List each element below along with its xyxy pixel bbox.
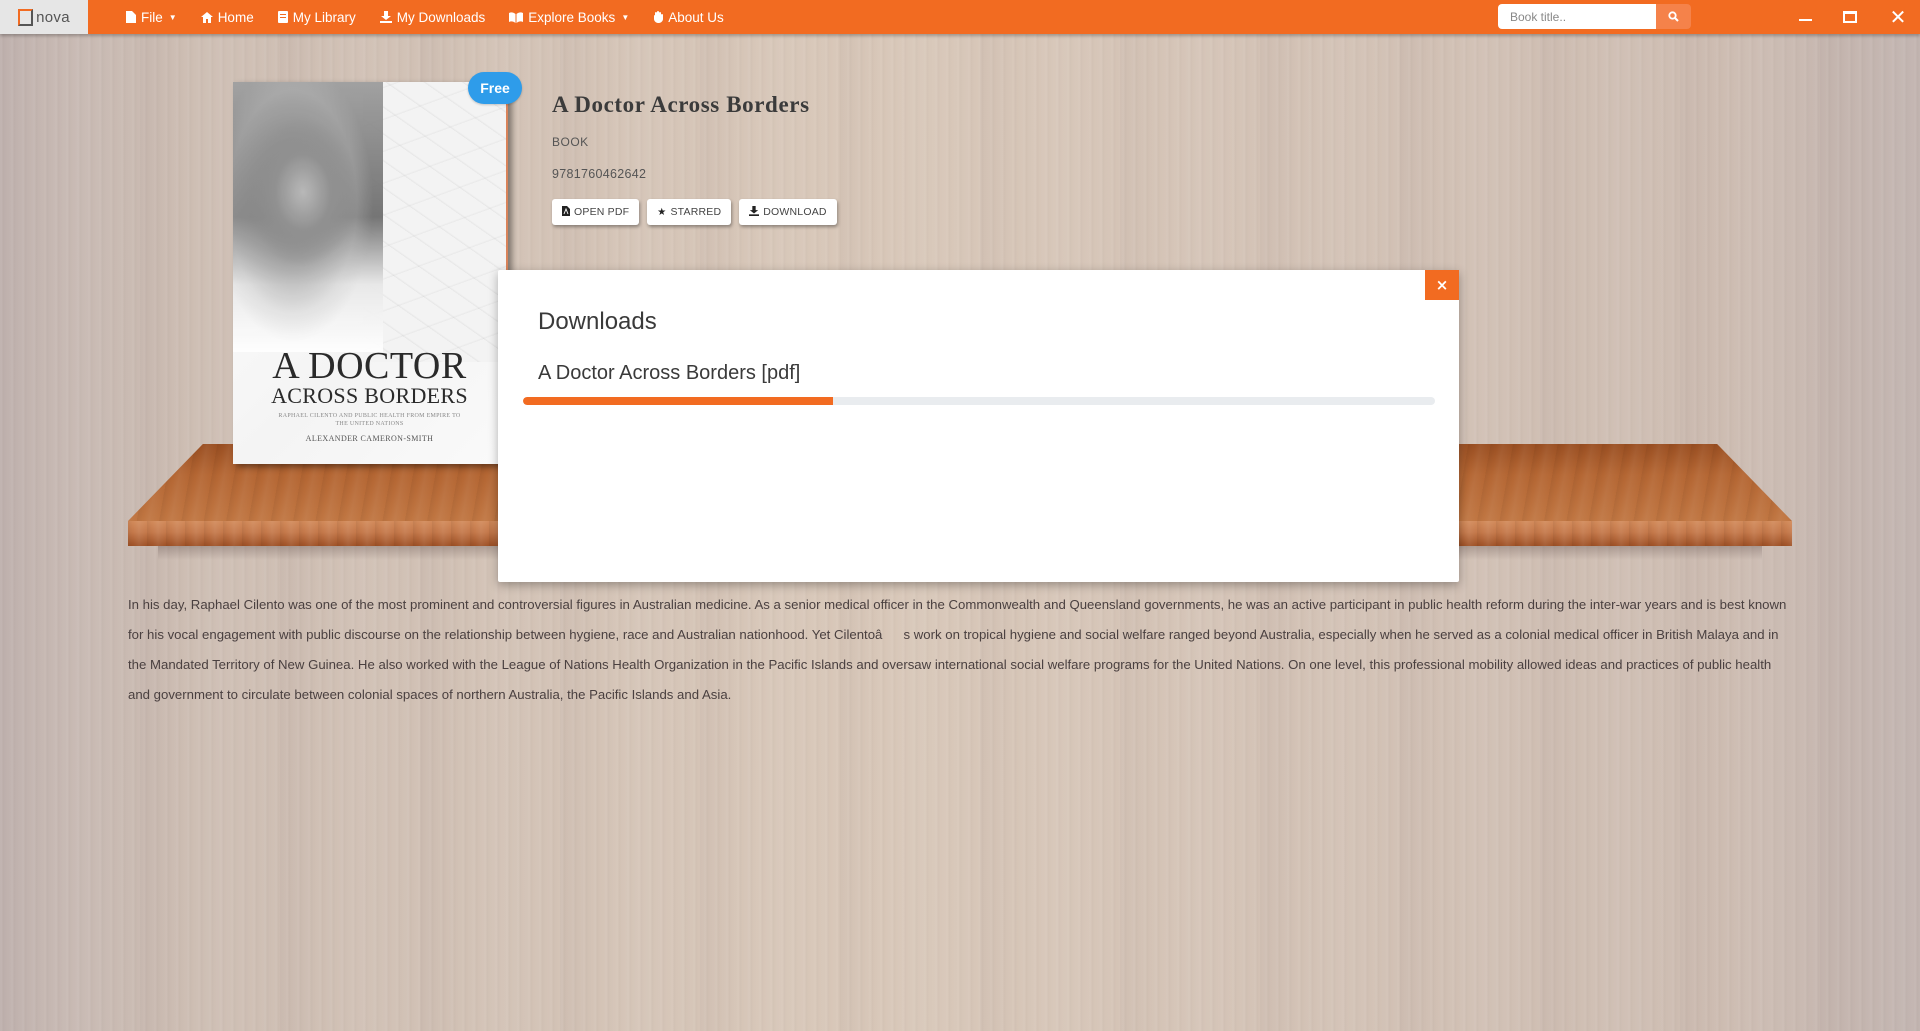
cover-portrait-image [233,82,383,352]
file-icon [126,11,136,23]
book-description: In his day, Raphael Cilento was one of t… [128,597,1787,702]
nav-about-us-label: About Us [668,9,724,25]
pdf-file-icon [562,205,570,219]
download-progress-fill [523,397,834,405]
nav-my-downloads-label: My Downloads [396,9,486,25]
search-bar [1498,4,1691,29]
maximize-icon [1843,11,1857,23]
cover-author: ALEXANDER CAMERON-SMITH [305,434,434,443]
nav-home-label: Home [217,9,254,25]
brand-name: nova [36,8,70,26]
top-bar: nova File ▼ Home My Library My Downloads… [0,0,1920,34]
book-cover[interactable]: A DOCTOR ACROSS BORDERS RAPHAEL CILENTO … [233,82,508,464]
caret-down-icon: ▼ [621,12,630,22]
free-badge: Free [468,72,522,104]
download-icon [749,205,760,219]
nav-explore-books-label: Explore Books [528,9,616,25]
minimize-button[interactable] [1785,0,1825,34]
open-pdf-label: OPEN PDF [574,206,630,218]
brand-logo[interactable]: nova [0,0,88,34]
download-button[interactable]: DOWNLOAD [739,199,837,225]
star-icon: ★ [657,206,667,218]
hand-icon [653,11,664,23]
nav-home[interactable]: Home [189,0,266,34]
maximize-button[interactable] [1830,0,1870,34]
search-button[interactable] [1656,4,1691,29]
book-actions: OPEN PDF ★ STARRED DOWNLOAD [552,199,837,225]
starred-label: STARRED [670,206,722,218]
book-info: A Doctor Across Borders BOOK 97817604626… [552,92,837,225]
download-icon [379,11,392,23]
close-icon: × [1435,276,1449,294]
close-icon: ✕ [1889,5,1907,29]
cover-map-image [363,82,506,362]
starred-button[interactable]: ★ STARRED [647,199,732,225]
open-pdf-button[interactable]: OPEN PDF [552,199,640,225]
caret-down-icon: ▼ [168,12,177,22]
nav-explore-books[interactable]: Explore Books ▼ [497,0,641,34]
cover-subtitle: RAPHAEL CILENTO AND PUBLIC HEALTH FROM E… [278,413,461,427]
book-isbn: 9781760462642 [552,167,647,181]
nav-file-label: File [141,9,163,25]
download-label: DOWNLOAD [763,206,827,218]
download-item-name: A Doctor Across Borders [pdf] [538,362,801,384]
open-book-icon [509,11,524,23]
book-title-search-input[interactable] [1498,4,1656,29]
minimize-icon [1798,19,1812,21]
nav-my-downloads[interactable]: My Downloads [368,0,498,34]
nav-my-library[interactable]: My Library [266,0,368,34]
logo-square-icon [18,8,34,26]
cover-title-line-2: ACROSS BORDERS [271,383,468,408]
downloads-modal: × Downloads A Doctor Across Borders [pdf… [498,270,1459,582]
home-icon [200,11,213,23]
book-icon [277,11,288,23]
search-icon [1668,11,1679,22]
nav-about-us[interactable]: About Us [641,0,736,34]
window-close-button[interactable]: ✕ [1878,0,1918,34]
modal-title: Downloads [538,308,657,335]
main-nav: File ▼ Home My Library My Downloads Expl… [114,0,736,34]
nav-file[interactable]: File ▼ [114,0,189,34]
download-progress-bar [523,397,1435,405]
book-type: BOOK [552,135,589,149]
modal-close-button[interactable]: × [1425,270,1459,300]
book-title: A Doctor Across Borders [552,92,810,117]
nav-my-library-label: My Library [292,9,356,25]
cover-title-line-1: A DOCTOR [272,345,467,387]
